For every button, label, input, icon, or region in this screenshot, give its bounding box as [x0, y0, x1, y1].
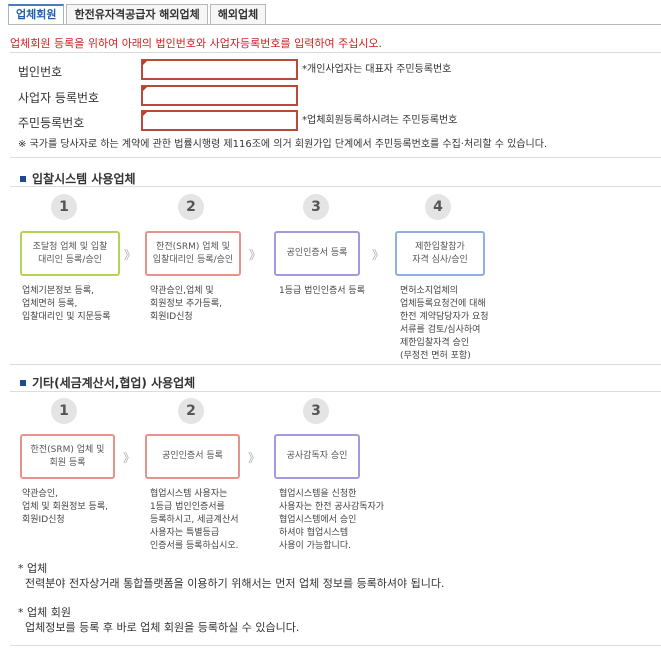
tab-divider: [8, 24, 661, 25]
step-description: 약관승인, 업체 및 회원정보 등록, 회원ID신청: [22, 489, 108, 525]
step-box-srm-register: 한전(SRM) 업체 및 입찰대리인 등록/승인: [145, 231, 241, 276]
step-box-certificate-register: 공인인증서 등록: [145, 434, 240, 479]
divider: [10, 364, 661, 365]
step-description: 업체기본정보 등록, 업체면허 등록, 입찰대리인 및 지문등록: [22, 286, 111, 322]
step-arrow-icon: 》: [372, 248, 384, 262]
step-description: 면허소지업체의 업체등록요청건에 대해 한전 계약담당자가 요청 서류를 검토/심사하…: [400, 286, 489, 361]
corporate-number-label: 법인번호: [18, 65, 63, 79]
divider: [10, 186, 661, 187]
step-number: 4: [425, 194, 451, 220]
note-company-title: * 업체: [18, 562, 48, 575]
step-arrow-icon: 》: [124, 248, 136, 262]
step-box-restricted-bid-approval: 제한입찰참가 자격 심사/승인: [395, 231, 485, 276]
note-member-text: 업체정보를 등록 후 바로 업체 회원을 등록하실 수 있습니다.: [25, 621, 300, 634]
step-arrow-icon: 》: [249, 248, 261, 262]
bullet-square-icon: [20, 176, 26, 182]
step-number: 3: [303, 398, 329, 424]
business-number-input[interactable]: [141, 85, 298, 106]
step-number: 2: [178, 194, 204, 220]
tab-company-member[interactable]: 업체회원: [8, 4, 65, 24]
corporate-number-note: *개인사업자는 대표자 주민등록번호: [302, 64, 452, 75]
business-number-label: 사업자 등록번호: [18, 91, 100, 105]
step-description: 협업시스템을 신청한 사용자는 한전 공사감독자가 협업시스템에서 승인 하셔야 협업…: [279, 489, 385, 551]
divider: [10, 391, 661, 392]
tab-kepco-qualified-overseas[interactable]: 한전유자격공급자 해외업체: [66, 4, 208, 24]
section-other-title: 기타(세금계산서,협업) 사용업체: [20, 374, 195, 391]
step-arrow-icon: 》: [123, 451, 135, 465]
note-company-text: 전력분야 전자상거래 통합플랫폼을 이용하기 위해서는 먼저 업체 정보를 등록…: [25, 577, 445, 590]
resident-number-label: 주민등록번호: [18, 116, 85, 130]
step-box-procurement-register: 조달청 업체 및 입찰 대리인 등록/승인: [20, 231, 120, 276]
step-number: 1: [51, 398, 77, 424]
tab-overseas-company[interactable]: 해외업체: [209, 4, 267, 24]
note-member-title: * 업체 회원: [18, 606, 71, 619]
resident-number-input[interactable]: [141, 110, 298, 131]
step-box-supervisor-approval: 공사감독자 승인: [274, 434, 360, 479]
step-description: 약관승인,업체 및 회원정보 추가등록, 회원ID신청: [150, 286, 222, 322]
section-bidding-title: 입찰시스템 사용업체: [20, 170, 136, 187]
tab-bar: 업체회원 한전유자격공급자 해외업체 해외업체: [8, 4, 268, 24]
step-description: 협업시스템 사용자는 1등급 법인인증서를 등록하시고, 세금계산서 사용자는 특별등…: [150, 489, 239, 551]
intro-text: 업체회원 등록을 위하여 아래의 법인번호와 사업자등록번호를 입력하여 주십시…: [10, 37, 383, 50]
step-description: 1등급 법인인증서 등록: [279, 286, 365, 296]
step-box-srm-member-register: 한전(SRM) 업체 및 회원 등록: [20, 434, 115, 479]
step-number: 3: [303, 194, 329, 220]
divider: [10, 157, 661, 158]
corporate-number-input[interactable]: [141, 59, 298, 80]
resident-number-note: *업체회원등록하시려는 주민등록번호: [302, 115, 458, 126]
bullet-square-icon: [20, 380, 26, 386]
privacy-notice: ※ 국가를 당사자로 하는 계약에 관한 법률시행령 제116조에 의거 회원가…: [18, 139, 548, 150]
step-number: 1: [51, 194, 77, 220]
step-box-certificate-register: 공인인증서 등록: [274, 231, 360, 276]
divider: [10, 52, 661, 53]
step-number: 2: [178, 398, 204, 424]
divider: [10, 645, 661, 646]
step-arrow-icon: 》: [248, 451, 260, 465]
